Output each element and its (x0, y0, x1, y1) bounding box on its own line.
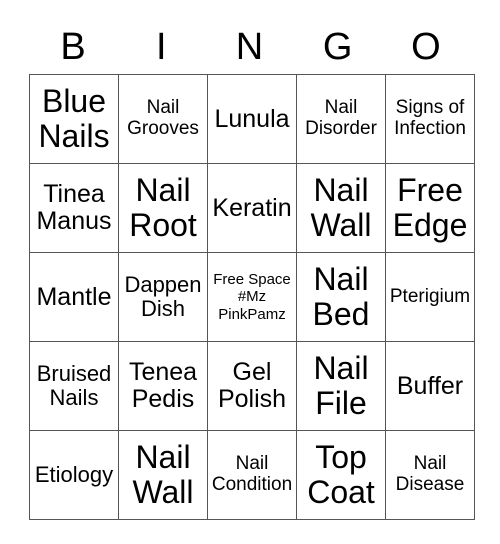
bingo-cell[interactable]: Etiology (29, 430, 119, 520)
bingo-cell[interactable]: Signs of Infection (385, 74, 475, 164)
bingo-cell[interactable]: Nail File (296, 341, 386, 431)
bingo-cell[interactable]: Top Coat (296, 430, 386, 520)
header-letter: N (235, 26, 264, 68)
bingo-cell[interactable]: Buffer (385, 341, 475, 431)
bingo-cell[interactable]: Nail Disorder (296, 74, 386, 164)
bingo-cell[interactable]: Mantle (29, 252, 119, 342)
bingo-cell[interactable]: Blue Nails (29, 74, 119, 164)
bingo-cell[interactable]: Nail Grooves (118, 74, 208, 164)
bingo-row: Tinea Manus Nail Root Keratin Nail Wall Free… (29, 163, 475, 253)
bingo-cell[interactable]: Gel Polish (207, 341, 297, 431)
bingo-cell[interactable]: Dappen Dish (118, 252, 208, 342)
bingo-row: Blue Nails Nail Grooves Lunula Nail Disorde… (29, 74, 475, 164)
bingo-cell[interactable]: Nail Condition (207, 430, 297, 520)
free-space-cell[interactable]: Free Space #Mz PinkPamz (207, 252, 297, 342)
bingo-cell[interactable]: Nail Disease (385, 430, 475, 520)
bingo-cell[interactable]: Free Edge (385, 163, 475, 253)
bingo-cell[interactable]: Nail Wall (118, 430, 208, 520)
bingo-grid: Blue Nails Nail Grooves Lunula Nail Disorde… (29, 74, 475, 520)
header-letter: O (411, 26, 441, 68)
bingo-cell[interactable]: Nail Bed (296, 252, 386, 342)
bingo-cell[interactable]: Bruised Nails (29, 341, 119, 431)
bingo-cell[interactable]: Lunula (207, 74, 297, 164)
header-letter: I (156, 26, 167, 68)
header-letter: B (60, 26, 86, 68)
bingo-cell[interactable]: Keratin (207, 163, 297, 253)
bingo-row: Mantle Dappen Dish Free Space #Mz PinkPamz… (29, 252, 475, 342)
bingo-cell[interactable]: Tinea Manus (29, 163, 119, 253)
bingo-cell[interactable]: Pterigium (385, 252, 475, 342)
bingo-header: B I N G O (29, 22, 470, 72)
bingo-cell[interactable]: Nail Wall (296, 163, 386, 253)
header-letter: G (322, 26, 353, 68)
bingo-row: Etiology Nail Wall Nail Condition Top Coat N… (29, 430, 475, 520)
bingo-cell[interactable]: Tenea Pedis (118, 341, 208, 431)
bingo-cell[interactable]: Nail Root (118, 163, 208, 253)
bingo-row: Bruised Nails Tenea Pedis Gel Polish Nail F… (29, 341, 475, 431)
